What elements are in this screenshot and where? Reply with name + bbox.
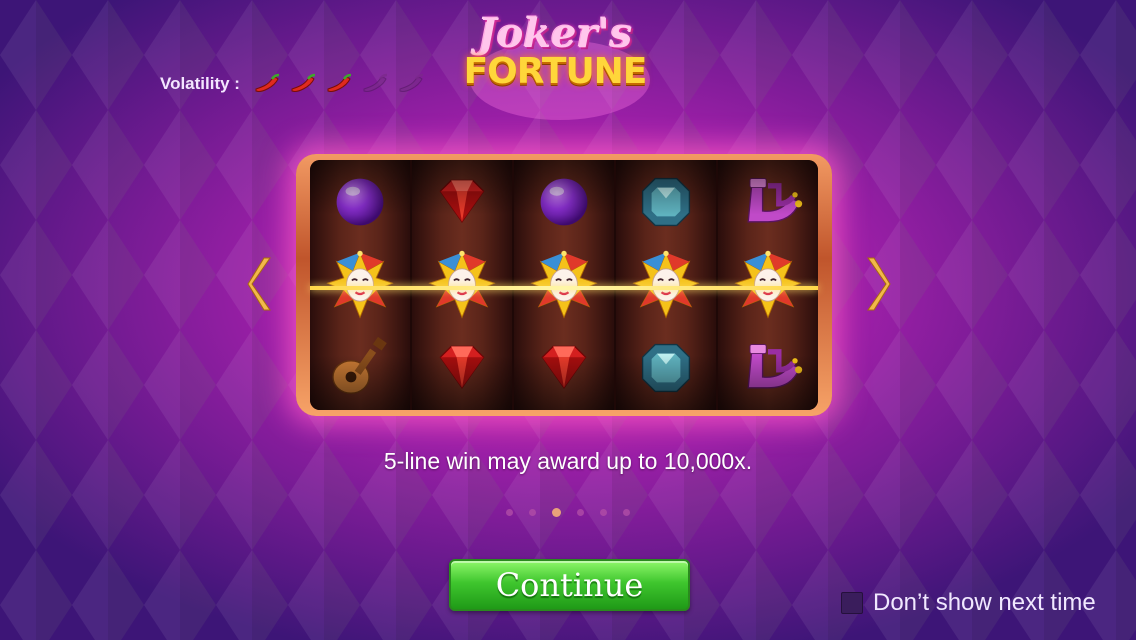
- next-arrow-icon[interactable]: [862, 254, 892, 314]
- dont-show-label: Don’t show next time: [873, 589, 1096, 616]
- jester-boots-icon: [747, 177, 803, 223]
- logo-script-text: Joker's: [477, 10, 633, 57]
- volatility-label: Volatility :: [160, 74, 240, 93]
- logo-main-text: FORTUNE: [463, 51, 648, 92]
- joker-mask-icon: [530, 250, 598, 319]
- red-gem-icon: [541, 346, 587, 390]
- chili-pepper-empty-icon: [399, 73, 424, 92]
- blue-gem-icon: [641, 344, 691, 393]
- red-gem-icon: [439, 179, 485, 223]
- purple-orb-icon: [540, 178, 588, 226]
- purple-orb-icon: [336, 178, 384, 226]
- continue-button[interactable]: Continue: [449, 559, 690, 611]
- red-gem-icon: [439, 346, 485, 390]
- joker-mask-icon: [428, 250, 496, 319]
- reel-5: [718, 160, 818, 410]
- volatility-peppers: [252, 73, 426, 95]
- continue-button-label: Continue: [495, 566, 644, 604]
- joker-mask-icon: [632, 250, 700, 319]
- previous-arrow-icon[interactable]: [246, 254, 276, 314]
- slot-reels-frame: [296, 154, 832, 416]
- pagination-dot[interactable]: [552, 507, 561, 517]
- pagination-dot[interactable]: [600, 508, 607, 516]
- reel-4: [616, 160, 718, 410]
- chili-pepper-icon: [255, 73, 280, 92]
- chili-pepper-icon: [327, 73, 352, 92]
- pagination-dots: [500, 506, 636, 518]
- pagination-dot[interactable]: [506, 508, 513, 516]
- joker-mask-icon: [326, 250, 394, 319]
- pagination-dot[interactable]: [529, 508, 536, 516]
- feature-caption: 5-line win may award up to 10,000x.: [383, 448, 753, 474]
- reel-2: [412, 160, 514, 410]
- payline: [310, 286, 818, 290]
- chili-pepper-empty-icon: [363, 73, 388, 92]
- jester-boots-icon: [747, 344, 803, 389]
- reel-3: [514, 160, 616, 410]
- dont-show-option[interactable]: Don’t show next time: [841, 588, 1096, 618]
- blue-gem-icon: [641, 177, 691, 226]
- slot-reels: [310, 160, 818, 410]
- volatility-indicator: Volatility :: [160, 70, 426, 98]
- pagination-dot[interactable]: [577, 508, 584, 516]
- pagination-dot[interactable]: [623, 508, 630, 516]
- reel-1: [310, 160, 412, 410]
- joker-mask-icon: [734, 250, 802, 319]
- dont-show-checkbox[interactable]: [841, 592, 863, 614]
- game-logo: Joker's FORTUNE: [450, 12, 660, 104]
- lute-icon: [332, 337, 387, 395]
- chili-pepper-icon: [291, 73, 316, 92]
